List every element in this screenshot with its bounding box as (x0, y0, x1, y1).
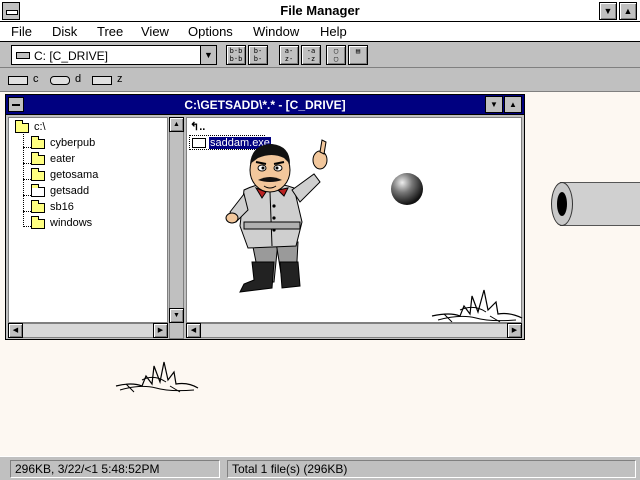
drive-select[interactable]: C: [C_DRIVE] ▼ (11, 45, 217, 65)
tree-item-label: windows (50, 217, 93, 229)
cdrom-drive-icon (50, 76, 70, 85)
folder-icon (31, 152, 45, 165)
window-title: File Manager (280, 3, 360, 18)
folder-icon (31, 200, 45, 213)
tree-connector (23, 211, 31, 212)
status-bar: 296KB, 3/22/<1 5:48:52PM Total 1 file(s)… (0, 456, 640, 480)
scroll-down-icon[interactable]: ▼ (169, 308, 184, 323)
tree-item-label: cyberpub (50, 137, 96, 149)
chevron-down-icon[interactable]: ▼ (200, 46, 216, 64)
sort-by-type-button[interactable]: -a -z (301, 45, 321, 65)
up-arrow-icon: ↰ (190, 121, 200, 133)
tree-connector (23, 163, 31, 164)
directory-tree-pane[interactable]: c:\ cyberpub eater getosama getsadd sb16… (8, 117, 168, 323)
directory-window-title: C:\GETSADD\*.* - [C_DRIVE] (184, 98, 346, 112)
menu-bar: File Disk Tree View Options Window Help (0, 22, 640, 42)
tree-item-label: getsadd (50, 185, 90, 197)
drive-bar: c d z (0, 68, 640, 92)
main-title-bar: File Manager ▼ ▲ (0, 0, 640, 22)
menu-window[interactable]: Window (253, 24, 299, 39)
debris-scribble-icon (431, 289, 523, 323)
debris-scribble-icon (115, 361, 199, 393)
menu-disk[interactable]: Disk (52, 24, 77, 39)
tree-vertical-scrollbar[interactable]: ▲ ▼ (169, 117, 184, 339)
tree-connector (23, 226, 31, 227)
file-list-horizontal-scrollbar[interactable]: ◀ ▶ (186, 323, 522, 338)
minimize-button[interactable]: ▼ (599, 2, 617, 20)
folder-icon (31, 216, 45, 229)
tree-item-label: c:\ (34, 121, 46, 133)
menu-help[interactable]: Help (320, 24, 347, 39)
tree-item-label: eater (50, 153, 76, 165)
child-minimize-button[interactable]: ▼ (485, 96, 503, 113)
scroll-up-icon[interactable]: ▲ (169, 117, 184, 132)
status-total: Total 1 file(s) (296KB) (227, 460, 636, 478)
folder-icon (31, 136, 45, 149)
scroll-left-icon[interactable]: ◀ (186, 323, 201, 338)
menu-file[interactable]: File (11, 24, 32, 39)
cannon-mouth-icon (551, 182, 573, 226)
menu-tree[interactable]: Tree (97, 24, 123, 39)
tree-connector (23, 179, 31, 180)
hard-drive-icon (16, 52, 30, 59)
parent-directory-label: .. (199, 121, 206, 133)
tree-item-label: sb16 (50, 201, 74, 213)
tree-item-label: getosama (50, 169, 99, 181)
drive-d-label: d (75, 73, 82, 85)
parent-directory-item[interactable]: ↰.. (190, 120, 205, 134)
sort-by-name-button[interactable]: a-z- (279, 45, 299, 65)
network-drive-icon (92, 76, 112, 85)
drive-select-value: C: [C_DRIVE] (34, 49, 109, 63)
scroll-right-icon[interactable]: ▶ (507, 323, 522, 338)
cartoon-soldier-character (225, 139, 328, 293)
view-large-icons-button[interactable]: b·b b·b (226, 45, 246, 65)
drive-c-label: c (33, 73, 39, 85)
tree-connector (23, 195, 31, 196)
hard-drive-icon (8, 76, 28, 85)
child-maximize-button[interactable]: ▲ (504, 96, 522, 113)
copy-icon[interactable]: ▢ ▢ (326, 45, 346, 65)
tree-horizontal-scrollbar[interactable]: ◀ ▶ (8, 323, 168, 338)
scroll-left-icon[interactable]: ◀ (8, 323, 23, 338)
status-selection: 296KB, 3/22/<1 5:48:52PM (10, 460, 220, 478)
toolbar: C: [C_DRIVE] ▼ b·b b·b b-b- a-z- -a -z ▢ ▢ … (0, 42, 640, 68)
open-folder-icon (31, 184, 45, 197)
maximize-button[interactable]: ▲ (619, 2, 637, 20)
menu-options[interactable]: Options (188, 24, 233, 39)
tree-connector (23, 147, 31, 148)
folder-icon (31, 168, 45, 181)
scroll-right-icon[interactable]: ▶ (153, 323, 168, 338)
program-file-icon (192, 138, 206, 148)
view-list-button[interactable]: b-b- (248, 45, 268, 65)
directory-window-title-bar[interactable]: C:\GETSADD\*.* - [C_DRIVE] ▼ ▲ (6, 95, 524, 115)
menu-view[interactable]: View (141, 24, 169, 39)
cannonball-icon (391, 173, 423, 205)
drive-z-label: z (117, 73, 123, 85)
folder-icon (15, 120, 29, 133)
properties-icon[interactable]: ▤ (348, 45, 368, 65)
